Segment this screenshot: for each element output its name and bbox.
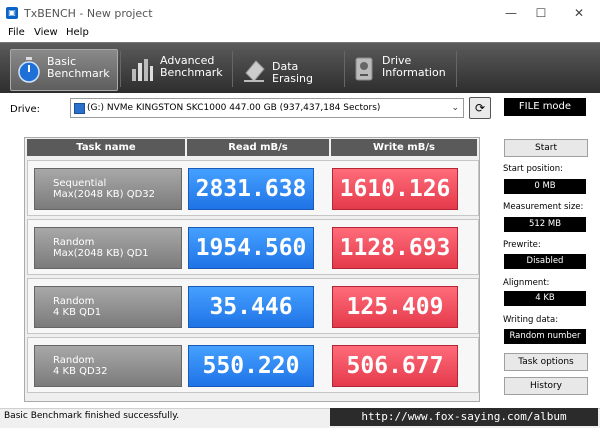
toolbar-divider bbox=[456, 51, 457, 87]
menu-view[interactable]: View bbox=[34, 27, 58, 38]
task-button[interactable]: Random Max(2048 KB) QD1 bbox=[34, 227, 182, 269]
tab-drive-information[interactable]: Drive Information bbox=[346, 49, 452, 89]
measurement-size-value[interactable]: 512 MB bbox=[504, 217, 586, 232]
tab-label: Data Erasing bbox=[272, 60, 313, 85]
task-label: Random 4 KB QD32 bbox=[53, 355, 108, 377]
watermark-url: http://www.fox-saying.com/album bbox=[330, 408, 598, 426]
task-button[interactable]: Random 4 KB QD32 bbox=[34, 345, 182, 387]
tab-label: Drive Information bbox=[382, 54, 446, 79]
write-value: 506.677 bbox=[332, 345, 458, 387]
start-button[interactable]: Start bbox=[504, 139, 588, 157]
write-value: 125.409 bbox=[332, 286, 458, 328]
header-task-name: Task name bbox=[27, 139, 185, 156]
read-value: 1954.560 bbox=[188, 227, 314, 269]
toolbar-divider bbox=[120, 51, 121, 87]
status-text: Basic Benchmark finished successfully. bbox=[4, 411, 180, 421]
start-position-value[interactable]: 0 MB bbox=[504, 179, 586, 194]
tab-label: Basic Benchmark bbox=[47, 55, 110, 80]
history-button[interactable]: History bbox=[504, 377, 588, 395]
tab-basic-benchmark[interactable]: Basic Benchmark bbox=[10, 49, 118, 91]
prewrite-label: Prewrite: bbox=[503, 240, 541, 250]
results-table: Task name Read mB/s Write mB/s Sequentia… bbox=[24, 137, 480, 402]
tab-advanced-benchmark[interactable]: Advanced Benchmark bbox=[124, 49, 228, 89]
refresh-button[interactable]: ⟳ bbox=[469, 97, 491, 119]
tab-label: Advanced Benchmark bbox=[160, 54, 223, 79]
table-row: Random Max(2048 KB) QD1 1954.560 1128.69… bbox=[27, 219, 479, 275]
chevron-down-icon: ⌄ bbox=[451, 103, 459, 113]
app-icon: ▣ bbox=[6, 7, 18, 19]
eraser-icon bbox=[244, 60, 265, 82]
task-options-button[interactable]: Task options bbox=[504, 353, 588, 371]
close-button[interactable]: ✕ bbox=[564, 4, 594, 22]
bar-chart-icon bbox=[132, 59, 153, 81]
task-label: Sequential Max(2048 KB) QD32 bbox=[53, 178, 155, 200]
menu-help[interactable]: Help bbox=[66, 27, 89, 38]
header-read: Read mB/s bbox=[187, 139, 329, 156]
table-row: Sequential Max(2048 KB) QD32 2831.638 16… bbox=[27, 160, 479, 216]
read-value: 550.220 bbox=[188, 345, 314, 387]
toolbar-divider bbox=[344, 51, 345, 87]
title-bar: ▣ TxBENCH - New project — ☐ ✕ bbox=[0, 0, 600, 26]
writing-data-value[interactable]: Random number bbox=[504, 329, 586, 344]
toolbar-divider bbox=[232, 51, 233, 87]
tab-data-erasing[interactable]: Data Erasing bbox=[236, 49, 340, 89]
measurement-size-label: Measurement size: bbox=[503, 202, 584, 212]
drive-select[interactable]: (G:) NVMe KINGSTON SKC1000 447.00 GB (93… bbox=[70, 98, 464, 118]
alignment-value[interactable]: 4 KB bbox=[504, 291, 586, 306]
header-write: Write mB/s bbox=[331, 139, 477, 156]
menu-file[interactable]: File bbox=[8, 27, 25, 38]
prewrite-value[interactable]: Disabled bbox=[504, 254, 586, 269]
refresh-icon: ⟳ bbox=[474, 101, 486, 115]
write-value: 1128.693 bbox=[332, 227, 458, 269]
file-mode-button[interactable]: FILE mode bbox=[504, 98, 586, 116]
maximize-button[interactable]: ☐ bbox=[526, 4, 556, 22]
window-title: TxBENCH - New project bbox=[24, 7, 153, 20]
drive-icon bbox=[355, 57, 373, 81]
menu-bar: File View Help bbox=[0, 26, 600, 42]
write-value: 1610.126 bbox=[332, 168, 458, 210]
read-value: 35.446 bbox=[188, 286, 314, 328]
task-button[interactable]: Sequential Max(2048 KB) QD32 bbox=[34, 168, 182, 210]
task-button[interactable]: Random 4 KB QD1 bbox=[34, 286, 182, 328]
table-row: Random 4 KB QD32 550.220 506.677 bbox=[27, 337, 479, 393]
table-row: Random 4 KB QD1 35.446 125.409 bbox=[27, 278, 479, 334]
toolbar: Basic Benchmark Advanced Benchmark Data … bbox=[0, 42, 600, 93]
disk-icon bbox=[74, 103, 85, 114]
task-label: Random 4 KB QD1 bbox=[53, 296, 102, 318]
drive-selected-value: (G:) NVMe KINGSTON SKC1000 447.00 GB (93… bbox=[87, 103, 381, 113]
read-value: 2831.638 bbox=[188, 168, 314, 210]
start-position-label: Start position: bbox=[503, 164, 563, 174]
writing-data-label: Writing data: bbox=[503, 315, 559, 325]
minimize-button[interactable]: — bbox=[496, 4, 526, 22]
drive-label: Drive: bbox=[10, 104, 41, 115]
task-label: Random Max(2048 KB) QD1 bbox=[53, 237, 149, 259]
stopwatch-icon bbox=[18, 57, 40, 83]
alignment-label: Alignment: bbox=[503, 278, 550, 288]
